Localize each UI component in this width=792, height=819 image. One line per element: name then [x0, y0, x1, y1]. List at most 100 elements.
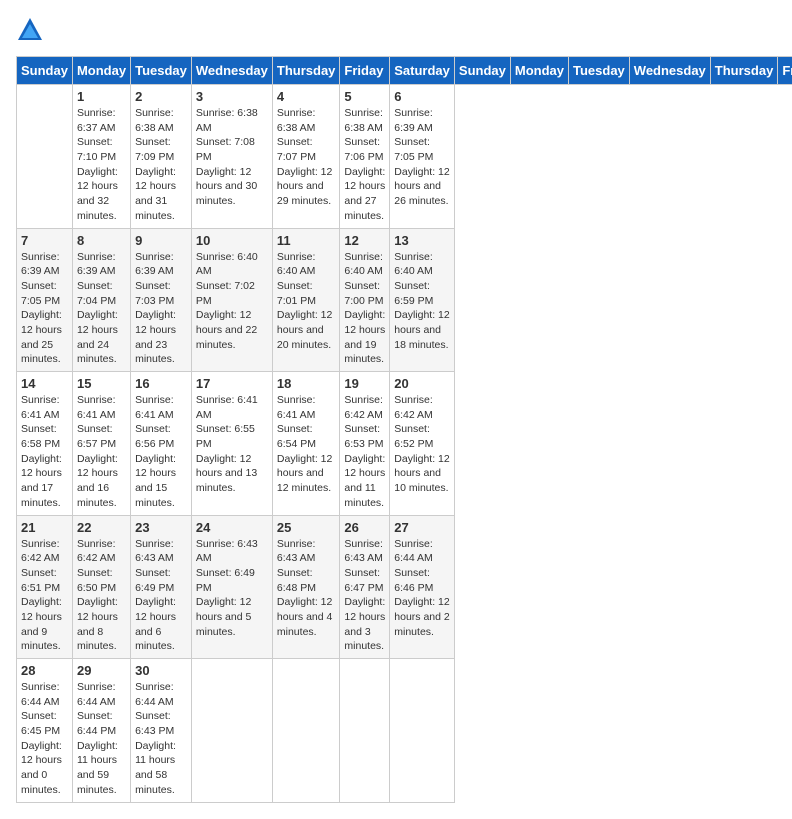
calendar-cell: 3 Sunrise: 6:38 AMSunset: 7:08 PMDaylight…: [191, 85, 272, 229]
calendar-cell: 26 Sunrise: 6:43 AMSunset: 6:47 PMDayligh…: [340, 515, 390, 659]
calendar-cell: 5 Sunrise: 6:38 AMSunset: 7:06 PMDaylight…: [340, 85, 390, 229]
day-number: 24: [196, 520, 268, 535]
logo-icon: [16, 16, 44, 44]
calendar-cell: 18 Sunrise: 6:41 AMSunset: 6:54 PMDayligh…: [272, 372, 340, 516]
col-header-thursday: Thursday: [272, 57, 340, 85]
cell-info: Sunrise: 6:38 AMSunset: 7:08 PMDaylight:…: [196, 106, 268, 209]
day-number: 5: [344, 89, 385, 104]
day-number: 30: [135, 663, 187, 678]
cell-info: Sunrise: 6:43 AMSunset: 6:49 PMDaylight:…: [135, 537, 187, 655]
col-header-tuesday: Tuesday: [131, 57, 192, 85]
cell-info: Sunrise: 6:40 AMSunset: 7:02 PMDaylight:…: [196, 250, 268, 353]
day-number: 12: [344, 233, 385, 248]
calendar-cell: 1Sunrise: 6:37 AMSunset: 7:10 PMDaylight…: [72, 85, 130, 229]
cell-info: Sunrise: 6:41 AMSunset: 6:55 PMDaylight:…: [196, 393, 268, 496]
day-number: 1: [77, 89, 126, 104]
cell-info: Sunrise: 6:39 AMSunset: 7:05 PMDaylight:…: [21, 250, 68, 368]
calendar-cell: 25Sunrise: 6:43 AMSunset: 6:48 PMDayligh…: [272, 515, 340, 659]
day-number: 8: [77, 233, 126, 248]
cell-info: Sunrise: 6:38 AMSunset: 7:07 PMDaylight:…: [277, 106, 336, 209]
day-number: 19: [344, 376, 385, 391]
col-header-sunday: Sunday: [17, 57, 73, 85]
cell-info: Sunrise: 6:43 AMSunset: 6:47 PMDaylight:…: [344, 537, 385, 655]
cell-info: Sunrise: 6:42 AMSunset: 6:52 PMDaylight:…: [394, 393, 450, 496]
calendar-week-row: 7 Sunrise: 6:39 AMSunset: 7:05 PMDaylight…: [17, 228, 792, 372]
day-number: 14: [21, 376, 68, 391]
cell-info: Sunrise: 6:44 AMSunset: 6:44 PMDaylight:…: [77, 680, 126, 798]
cell-info: Sunrise: 6:41 AMSunset: 6:57 PMDaylight:…: [77, 393, 126, 511]
col-header-monday: Monday: [510, 57, 568, 85]
calendar-week-row: 28 Sunrise: 6:44 AMSunset: 6:45 PMDayligh…: [17, 659, 792, 803]
calendar-cell: 28 Sunrise: 6:44 AMSunset: 6:45 PMDayligh…: [17, 659, 73, 803]
calendar-table: SundayMondayTuesdayWednesdayThursdayFrid…: [16, 56, 792, 803]
day-number: 10: [196, 233, 268, 248]
cell-info: Sunrise: 6:39 AMSunset: 7:05 PMDaylight:…: [394, 106, 450, 209]
day-number: 27: [394, 520, 450, 535]
cell-info: Sunrise: 6:44 AMSunset: 6:43 PMDaylight:…: [135, 680, 187, 798]
day-number: 6: [394, 89, 450, 104]
calendar-cell: [191, 659, 272, 803]
day-number: 18: [277, 376, 336, 391]
calendar-cell: [272, 659, 340, 803]
calendar-cell: 10 Sunrise: 6:40 AMSunset: 7:02 PMDayligh…: [191, 228, 272, 372]
day-number: 17: [196, 376, 268, 391]
calendar-cell: [17, 85, 73, 229]
calendar-cell: 20 Sunrise: 6:42 AMSunset: 6:52 PMDayligh…: [390, 372, 455, 516]
calendar-cell: 24 Sunrise: 6:43 AMSunset: 6:49 PMDayligh…: [191, 515, 272, 659]
calendar-header-row: SundayMondayTuesdayWednesdayThursdayFrid…: [17, 57, 792, 85]
col-header-friday: Friday: [778, 57, 792, 85]
calendar-cell: 9Sunrise: 6:39 AMSunset: 7:03 PMDaylight…: [131, 228, 192, 372]
calendar-cell: 17 Sunrise: 6:41 AMSunset: 6:55 PMDayligh…: [191, 372, 272, 516]
logo: [16, 16, 48, 44]
day-number: 29: [77, 663, 126, 678]
col-header-monday: Monday: [72, 57, 130, 85]
cell-info: Sunrise: 6:39 AMSunset: 7:04 PMDaylight:…: [77, 250, 126, 368]
calendar-cell: 14 Sunrise: 6:41 AMSunset: 6:58 PMDayligh…: [17, 372, 73, 516]
calendar-cell: 22 Sunrise: 6:42 AMSunset: 6:50 PMDayligh…: [72, 515, 130, 659]
day-number: 28: [21, 663, 68, 678]
day-number: 25: [277, 520, 336, 535]
day-number: 7: [21, 233, 68, 248]
day-number: 21: [21, 520, 68, 535]
calendar-cell: 23 Sunrise: 6:43 AMSunset: 6:49 PMDayligh…: [131, 515, 192, 659]
cell-info: Sunrise: 6:44 AMSunset: 6:45 PMDaylight:…: [21, 680, 68, 798]
cell-info: Sunrise: 6:41 AMSunset: 6:54 PMDaylight:…: [277, 393, 336, 496]
calendar-cell: 15 Sunrise: 6:41 AMSunset: 6:57 PMDayligh…: [72, 372, 130, 516]
col-header-sunday: Sunday: [454, 57, 510, 85]
cell-info: Sunrise: 6:40 AMSunset: 7:00 PMDaylight:…: [344, 250, 385, 368]
day-number: 26: [344, 520, 385, 535]
day-number: 3: [196, 89, 268, 104]
calendar-week-row: 14 Sunrise: 6:41 AMSunset: 6:58 PMDayligh…: [17, 372, 792, 516]
calendar-week-row: 21 Sunrise: 6:42 AMSunset: 6:51 PMDayligh…: [17, 515, 792, 659]
calendar-cell: 27 Sunrise: 6:44 AMSunset: 6:46 PMDayligh…: [390, 515, 455, 659]
col-header-saturday: Saturday: [390, 57, 455, 85]
cell-info: Sunrise: 6:44 AMSunset: 6:46 PMDaylight:…: [394, 537, 450, 640]
day-number: 11: [277, 233, 336, 248]
calendar-cell: 19 Sunrise: 6:42 AMSunset: 6:53 PMDayligh…: [340, 372, 390, 516]
cell-info: Sunrise: 6:38 AMSunset: 7:06 PMDaylight:…: [344, 106, 385, 224]
col-header-wednesday: Wednesday: [629, 57, 710, 85]
calendar-cell: [390, 659, 455, 803]
cell-info: Sunrise: 6:43 AMSunset: 6:49 PMDaylight:…: [196, 537, 268, 640]
calendar-cell: 7 Sunrise: 6:39 AMSunset: 7:05 PMDaylight…: [17, 228, 73, 372]
calendar-cell: 12 Sunrise: 6:40 AMSunset: 7:00 PMDayligh…: [340, 228, 390, 372]
day-number: 22: [77, 520, 126, 535]
cell-info: Sunrise: 6:42 AMSunset: 6:53 PMDaylight:…: [344, 393, 385, 511]
day-number: 15: [77, 376, 126, 391]
cell-info: Sunrise: 6:41 AMSunset: 6:56 PMDaylight:…: [135, 393, 187, 511]
col-header-tuesday: Tuesday: [569, 57, 630, 85]
day-number: 20: [394, 376, 450, 391]
calendar-week-row: 1Sunrise: 6:37 AMSunset: 7:10 PMDaylight…: [17, 85, 792, 229]
calendar-cell: 29 Sunrise: 6:44 AMSunset: 6:44 PMDayligh…: [72, 659, 130, 803]
day-number: 9: [135, 233, 187, 248]
cell-info: Sunrise: 6:42 AMSunset: 6:50 PMDaylight:…: [77, 537, 126, 655]
calendar-cell: [340, 659, 390, 803]
calendar-cell: 13Sunrise: 6:40 AMSunset: 6:59 PMDayligh…: [390, 228, 455, 372]
cell-info: Sunrise: 6:41 AMSunset: 6:58 PMDaylight:…: [21, 393, 68, 511]
calendar-cell: 11 Sunrise: 6:40 AMSunset: 7:01 PMDayligh…: [272, 228, 340, 372]
page-header: [16, 16, 776, 44]
day-number: 23: [135, 520, 187, 535]
cell-info: Sunrise: 6:40 AMSunset: 7:01 PMDaylight:…: [277, 250, 336, 353]
calendar-cell: 4Sunrise: 6:38 AMSunset: 7:07 PMDaylight…: [272, 85, 340, 229]
cell-info: Sunrise: 6:42 AMSunset: 6:51 PMDaylight:…: [21, 537, 68, 655]
